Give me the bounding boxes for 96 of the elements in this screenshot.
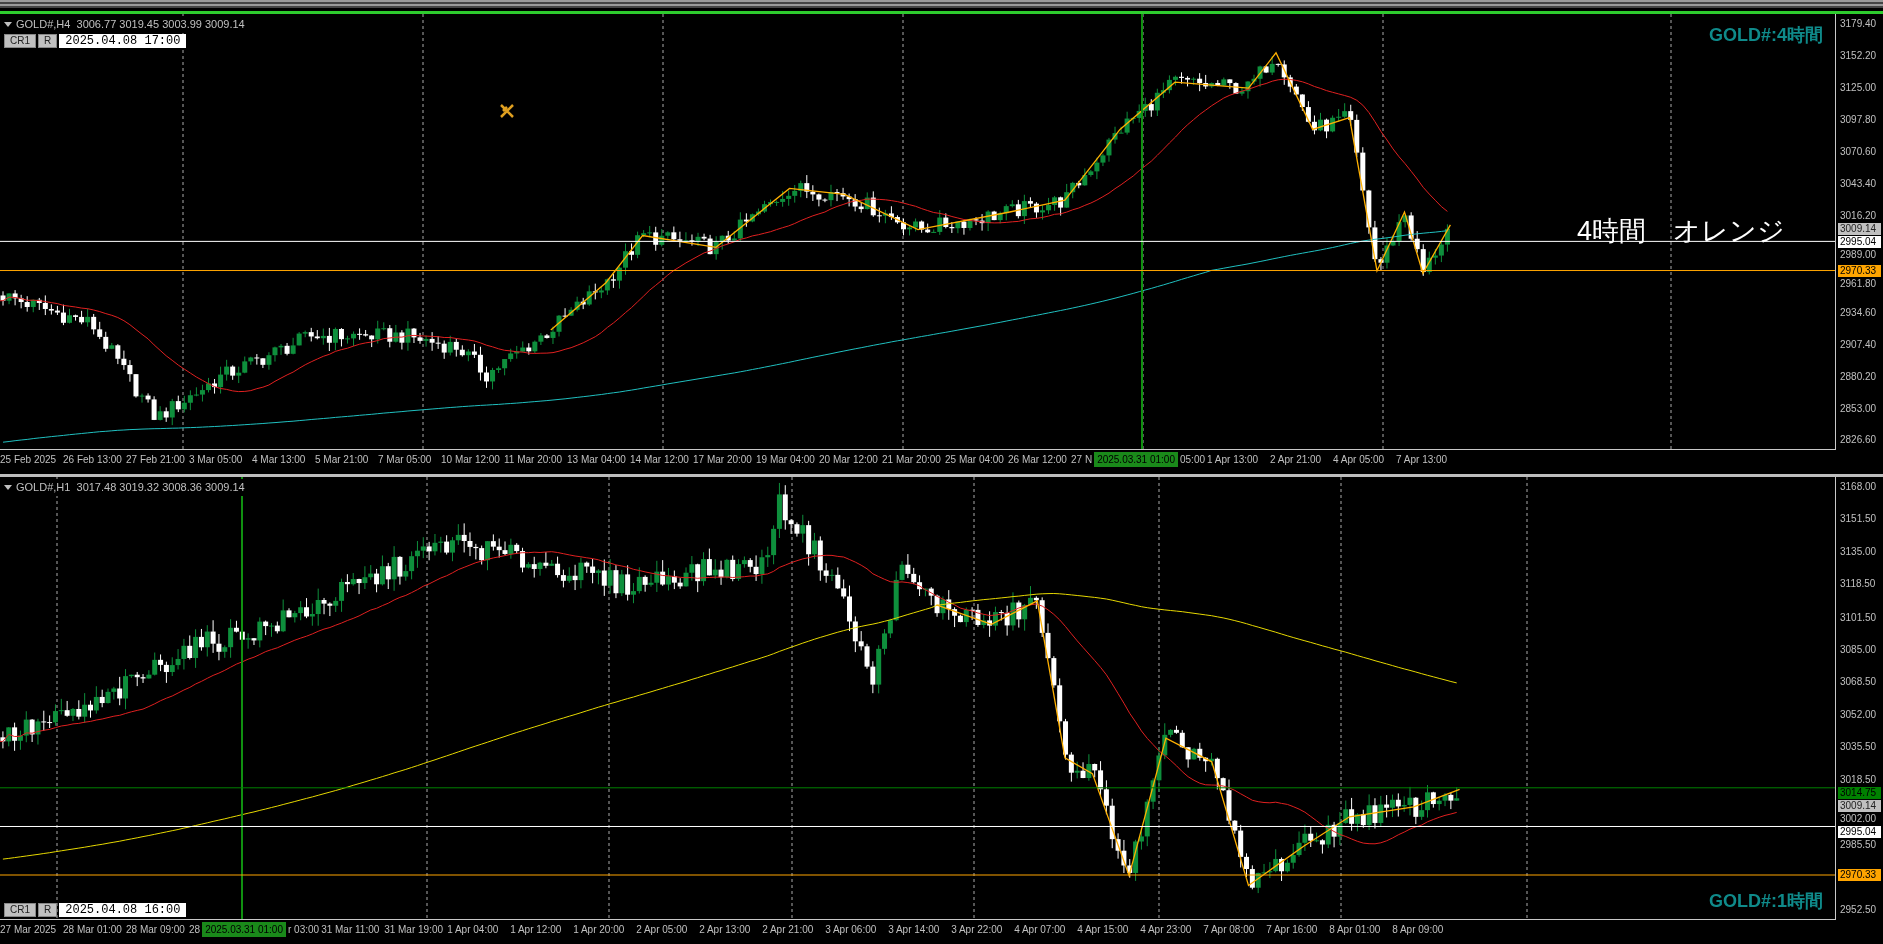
- time-label: 1 Apr 04:00: [447, 922, 500, 937]
- price-tag: 2970.33: [1838, 869, 1881, 881]
- price-tick-label: 3125.00: [1840, 83, 1877, 94]
- date-field[interactable]: 2025.04.08 17:00: [59, 34, 187, 48]
- time-label: 19 Mar 04:00: [756, 452, 816, 467]
- time-label: 1 Apr 12:00: [510, 922, 563, 937]
- price-tick-label: 2853.00: [1840, 403, 1877, 414]
- price-tick-label: 3070.60: [1840, 147, 1877, 158]
- price-tick-label: 3052.00: [1840, 709, 1877, 720]
- price-tick-label: 2880.20: [1840, 371, 1877, 382]
- crossed-lines-icon: [499, 103, 515, 119]
- price-tick-label: 2907.40: [1840, 339, 1877, 350]
- time-label: 7 Mar 05:00: [378, 452, 433, 467]
- time-label: 31 Mar 19:00: [384, 922, 445, 937]
- time-label: 2 Apr 21:00: [762, 922, 815, 937]
- price-tag: 3014.75: [1838, 787, 1881, 800]
- time-label: 21 Mar 20:00: [882, 452, 942, 467]
- time-label: 10 Mar 12:00: [441, 452, 501, 467]
- time-label: 28 Mar 01:00: [63, 922, 123, 937]
- time-label: 25 Mar 04:00: [945, 452, 1005, 467]
- price-tick-label: 3016.20: [1840, 211, 1877, 222]
- time-label: 20 Mar 12:00: [819, 452, 879, 467]
- symbol-quote-text: GOLD#,H1 3017.48 3019.32 3008.36 3009.14: [16, 480, 245, 495]
- time-label: 3 Mar 05:00: [189, 452, 244, 467]
- toolbar-button[interactable]: R: [38, 903, 58, 917]
- price-tag: 2970.33: [1838, 264, 1881, 277]
- time-label: 4 Apr 23:00: [1140, 922, 1193, 937]
- dropdown-icon[interactable]: [4, 484, 12, 490]
- price-tick-label: 3168.00: [1840, 482, 1877, 492]
- price-tick-label: 2985.50: [1840, 840, 1877, 851]
- price-tick-label: 2952.50: [1840, 905, 1877, 915]
- toolbar-button[interactable]: R: [38, 34, 58, 48]
- price-tick-label: 3085.00: [1840, 644, 1877, 655]
- chart-label: GOLD#:4時間: [1709, 24, 1823, 47]
- price-tick-label: 2989.00: [1840, 250, 1877, 261]
- symbol-quote-text: GOLD#,H4 3006.77 3019.45 3003.99 3009.14: [16, 17, 245, 32]
- toolbar-button[interactable]: CR1: [4, 903, 36, 917]
- price-tag: 2995.04: [1838, 826, 1881, 839]
- time-label: 26 Mar 12:00: [1008, 452, 1068, 467]
- price-tick-label: 3035.50: [1840, 742, 1877, 753]
- price-tick-label: 3118.50: [1840, 579, 1876, 590]
- time-label: 05:00: [1180, 452, 1206, 467]
- time-label: 3 Apr 14:00: [888, 922, 941, 937]
- price-tick-label: 2826.60: [1840, 435, 1877, 445]
- price-tick-label: 2961.80: [1840, 278, 1877, 289]
- toolbar-button[interactable]: CR1: [4, 34, 36, 48]
- time-label: 2 Apr 21:00: [1270, 452, 1323, 467]
- time-label: 4 Apr 07:00: [1014, 922, 1067, 937]
- dropdown-icon[interactable]: [4, 21, 12, 27]
- time-label: 25 Feb 2025: [0, 452, 58, 467]
- time-label: 11 Mar 20:00: [504, 452, 564, 467]
- time-label: 1 Apr 20:00: [573, 922, 626, 937]
- time-label: 4 Mar 13:00: [252, 452, 307, 467]
- time-label: 31 Mar 11:00: [321, 922, 381, 937]
- cursor-time-label: 2025.03.31 01:00: [202, 921, 286, 937]
- time-label: 14 Mar 12:00: [630, 452, 690, 467]
- price-tick-label: 3018.50: [1840, 775, 1877, 786]
- price-tick-label: 3002.00: [1840, 814, 1877, 825]
- time-label: 27 Mar 2025: [0, 922, 58, 937]
- annotation-text: 4時間 オレンジ: [1576, 215, 1785, 248]
- time-label: 26 Feb 13:00: [63, 452, 123, 467]
- time-label: r 03:00: [288, 922, 321, 937]
- price-tick-label: 2934.60: [1840, 307, 1877, 318]
- time-label: 5 Mar 21:00: [315, 452, 370, 467]
- time-label: 27 N: [1071, 452, 1094, 467]
- time-label: 4 Apr 15:00: [1077, 922, 1130, 937]
- time-label: 2 Apr 13:00: [699, 922, 752, 937]
- time-label: 13 Mar 04:00: [567, 452, 627, 467]
- time-label: 27 Feb 21:00: [126, 452, 186, 467]
- time-label: 28: [189, 922, 202, 937]
- price-tag: 2995.04: [1838, 236, 1881, 249]
- time-label: 7 Apr 13:00: [1396, 452, 1449, 467]
- time-label: 1 Apr 13:00: [1207, 452, 1260, 467]
- time-label: 2 Apr 05:00: [636, 922, 689, 937]
- price-tick-label: 3135.00: [1840, 546, 1877, 557]
- price-tag: 3009.14: [1838, 800, 1881, 813]
- time-label: 3 Apr 06:00: [825, 922, 878, 937]
- price-tick-label: 3068.50: [1840, 677, 1877, 688]
- chart-label: GOLD#:1時間: [1709, 890, 1823, 913]
- price-tick-label: 3097.80: [1840, 115, 1877, 126]
- time-label: 8 Apr 09:00: [1392, 922, 1445, 937]
- price-tick-label: 3179.40: [1840, 19, 1877, 29]
- date-field[interactable]: 2025.04.08 16:00: [59, 903, 187, 917]
- price-tick-label: 3152.20: [1840, 51, 1877, 62]
- time-label: 3 Apr 22:00: [951, 922, 1004, 937]
- price-tick-label: 3101.50: [1840, 612, 1877, 623]
- time-label: 7 Apr 08:00: [1203, 922, 1256, 937]
- cursor-time-label: 2025.03.31 01:00: [1094, 451, 1178, 467]
- time-label: 28 Mar 09:00: [126, 922, 186, 937]
- price-tick-label: 3151.50: [1840, 514, 1877, 525]
- time-label: 8 Apr 01:00: [1329, 922, 1382, 937]
- time-label: 4 Apr 05:00: [1333, 452, 1386, 467]
- time-label: 7 Apr 16:00: [1266, 922, 1319, 937]
- time-label: 17 Mar 20:00: [693, 452, 753, 467]
- price-tick-label: 3043.40: [1840, 179, 1877, 190]
- price-tag: 3009.14: [1838, 223, 1881, 236]
